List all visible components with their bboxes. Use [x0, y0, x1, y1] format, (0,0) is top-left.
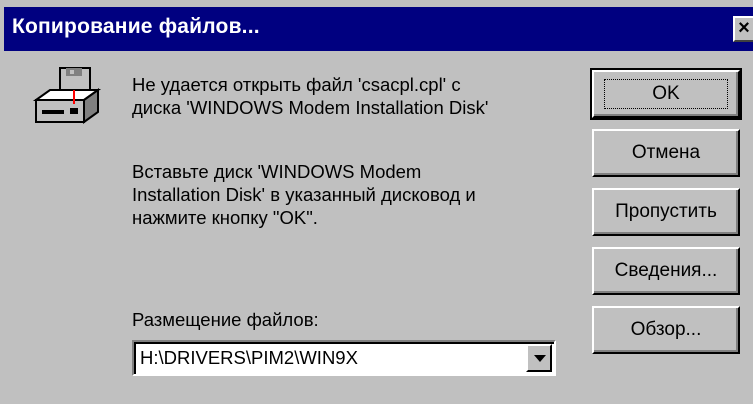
- skip-button[interactable]: Пропустить: [592, 188, 740, 236]
- message-line-3: Вставьте диск 'WINDOWS Modem: [132, 161, 422, 182]
- chevron-down-icon: [534, 355, 546, 362]
- ok-button[interactable]: OK: [590, 68, 742, 120]
- dropdown-button[interactable]: [526, 344, 552, 372]
- location-combobox[interactable]: H:\DRIVERS\PIM2\WIN9X: [132, 340, 556, 376]
- skip-button-label: Пропустить: [615, 201, 717, 222]
- title-bar[interactable]: Копирование файлов... ×: [4, 7, 753, 51]
- cancel-button[interactable]: Отмена: [592, 129, 740, 177]
- location-input[interactable]: H:\DRIVERS\PIM2\WIN9X: [140, 347, 358, 369]
- copy-files-dialog: Копирование файлов... × Не удается откры…: [0, 0, 753, 404]
- details-button[interactable]: Сведения...: [592, 247, 740, 295]
- message-line-2: диска 'WINDOWS Modem Installation Disk': [132, 97, 489, 118]
- floppy-drive-icon: [32, 67, 102, 124]
- message-line-5: нажмите кнопку "OK".: [132, 207, 318, 228]
- location-label: Размещение файлов:: [132, 309, 319, 330]
- browse-button[interactable]: Обзор...: [592, 306, 740, 354]
- message-line-4: Installation Disk' в указанный дисковод …: [132, 184, 476, 205]
- ok-button-label: OK: [604, 79, 728, 109]
- browse-button-label: Обзор...: [630, 319, 702, 340]
- details-button-label: Сведения...: [614, 260, 718, 281]
- cancel-button-label: Отмена: [631, 142, 701, 163]
- close-button[interactable]: ×: [733, 16, 753, 42]
- dialog-title: Копирование файлов...: [12, 15, 260, 38]
- message-line-1: Не удается открыть файл 'csacpl.cpl' с: [132, 74, 461, 95]
- close-icon: ×: [738, 17, 750, 39]
